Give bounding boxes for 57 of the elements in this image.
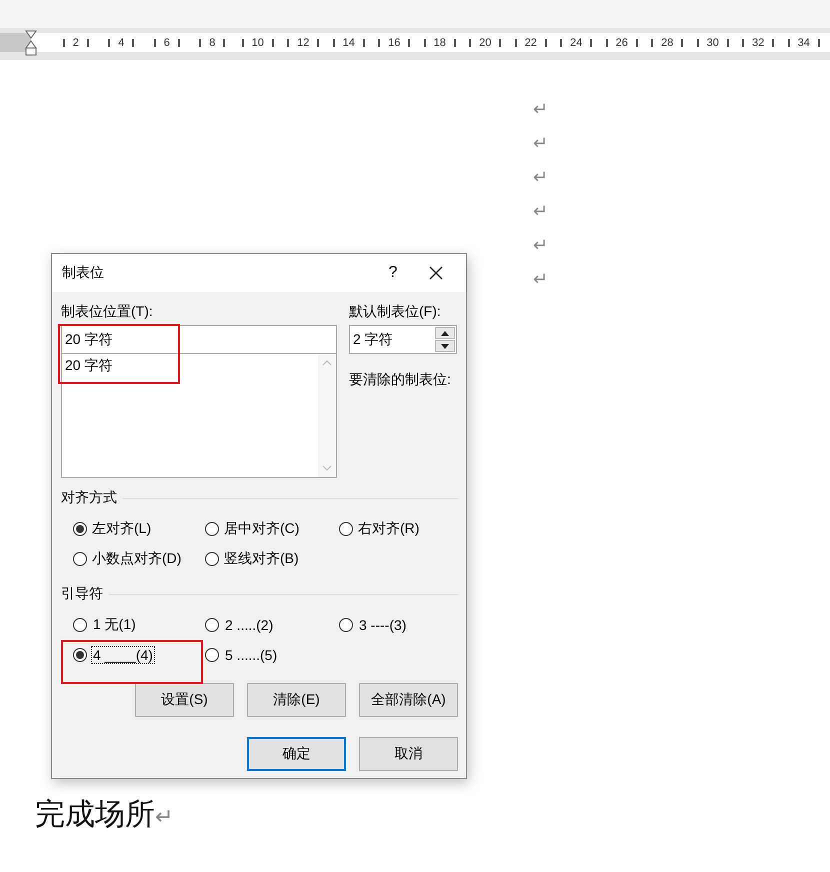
paragraph-mark: ↵ <box>533 100 548 118</box>
radio-option[interactable]: 竖线对齐(B) <box>205 549 339 569</box>
paragraph-mark: ↵ <box>533 134 548 152</box>
radio-option[interactable]: 3 ----(3) <box>339 615 459 635</box>
radio-option[interactable]: 右对齐(R) <box>339 519 459 539</box>
ruler-number: 8 <box>209 36 216 48</box>
ruler-number: 30 <box>706 36 719 48</box>
cancel-button[interactable]: 取消 <box>359 737 458 771</box>
ruler-number: 18 <box>434 36 446 48</box>
clear-label: 要清除的制表位: <box>349 371 452 389</box>
ruler-margin <box>0 33 31 52</box>
radio-option[interactable]: 居中对齐(C) <box>205 519 339 539</box>
radio-option[interactable]: 左对齐(L) <box>73 519 205 539</box>
ruler-number: 16 <box>388 36 400 48</box>
list-item[interactable]: 20 字符 <box>62 354 116 378</box>
paragraph-mark: ↵ <box>533 270 548 288</box>
ruler-number: 6 <box>164 36 170 48</box>
group-title: 引导符 <box>61 585 103 603</box>
ruler-number: 2 <box>72 36 79 48</box>
close-icon[interactable] <box>429 266 443 280</box>
action-button[interactable]: 设置(S) <box>135 683 234 717</box>
radio-option[interactable]: 1 无(1) <box>73 615 205 635</box>
ruler-number: 28 <box>661 36 674 48</box>
group-title: 对齐方式 <box>61 489 117 507</box>
ok-button[interactable]: 确定 <box>247 737 346 771</box>
radio-option[interactable]: 5 ......(5) <box>205 645 339 665</box>
radio-option[interactable]: 小数点对齐(D) <box>73 549 205 569</box>
spin-down-button[interactable] <box>435 340 455 352</box>
ruler-number: 4 <box>118 36 124 48</box>
field-label: 默认制表位(F): <box>349 302 442 320</box>
action-button[interactable]: 全部清除(A) <box>359 683 458 717</box>
radio-option[interactable]: 4 ____(4) <box>73 645 205 665</box>
ruler-number: 34 <box>798 36 810 48</box>
triangle-up-icon <box>441 330 449 336</box>
ruler-number: 26 <box>616 36 628 48</box>
tab-stop-list[interactable]: 20 字符 <box>61 354 337 478</box>
ruler-number: 14 <box>342 36 355 48</box>
spin-up-button[interactable] <box>435 327 455 339</box>
field-label: 制表位位置(T): <box>61 302 154 320</box>
paragraph-mark: ↵ <box>533 168 548 186</box>
document-text: 完成场所 <box>35 797 155 833</box>
tab-position-field[interactable]: 20 字符 <box>61 325 337 354</box>
paragraph-mark: ↵ <box>533 236 548 254</box>
dialog-title: 制表位 <box>62 264 105 282</box>
help-button[interactable]: ? <box>365 264 421 282</box>
ruler-number: 24 <box>570 36 582 48</box>
paragraph-mark: ↵ <box>533 202 548 220</box>
ruler-number: 20 <box>479 36 492 48</box>
radio-option[interactable]: 2 .....(2) <box>205 615 339 635</box>
ruler-number: 32 <box>752 36 764 48</box>
ruler-number: 12 <box>297 36 310 48</box>
triangle-down-icon <box>441 344 449 348</box>
action-button[interactable]: 清除(E) <box>247 683 346 717</box>
paragraph-mark: ↵ <box>155 804 174 832</box>
ruler-number: 10 <box>252 36 264 48</box>
ruler-number: 22 <box>524 36 537 48</box>
default-tab-spinner[interactable]: 2 字符 <box>349 325 457 354</box>
